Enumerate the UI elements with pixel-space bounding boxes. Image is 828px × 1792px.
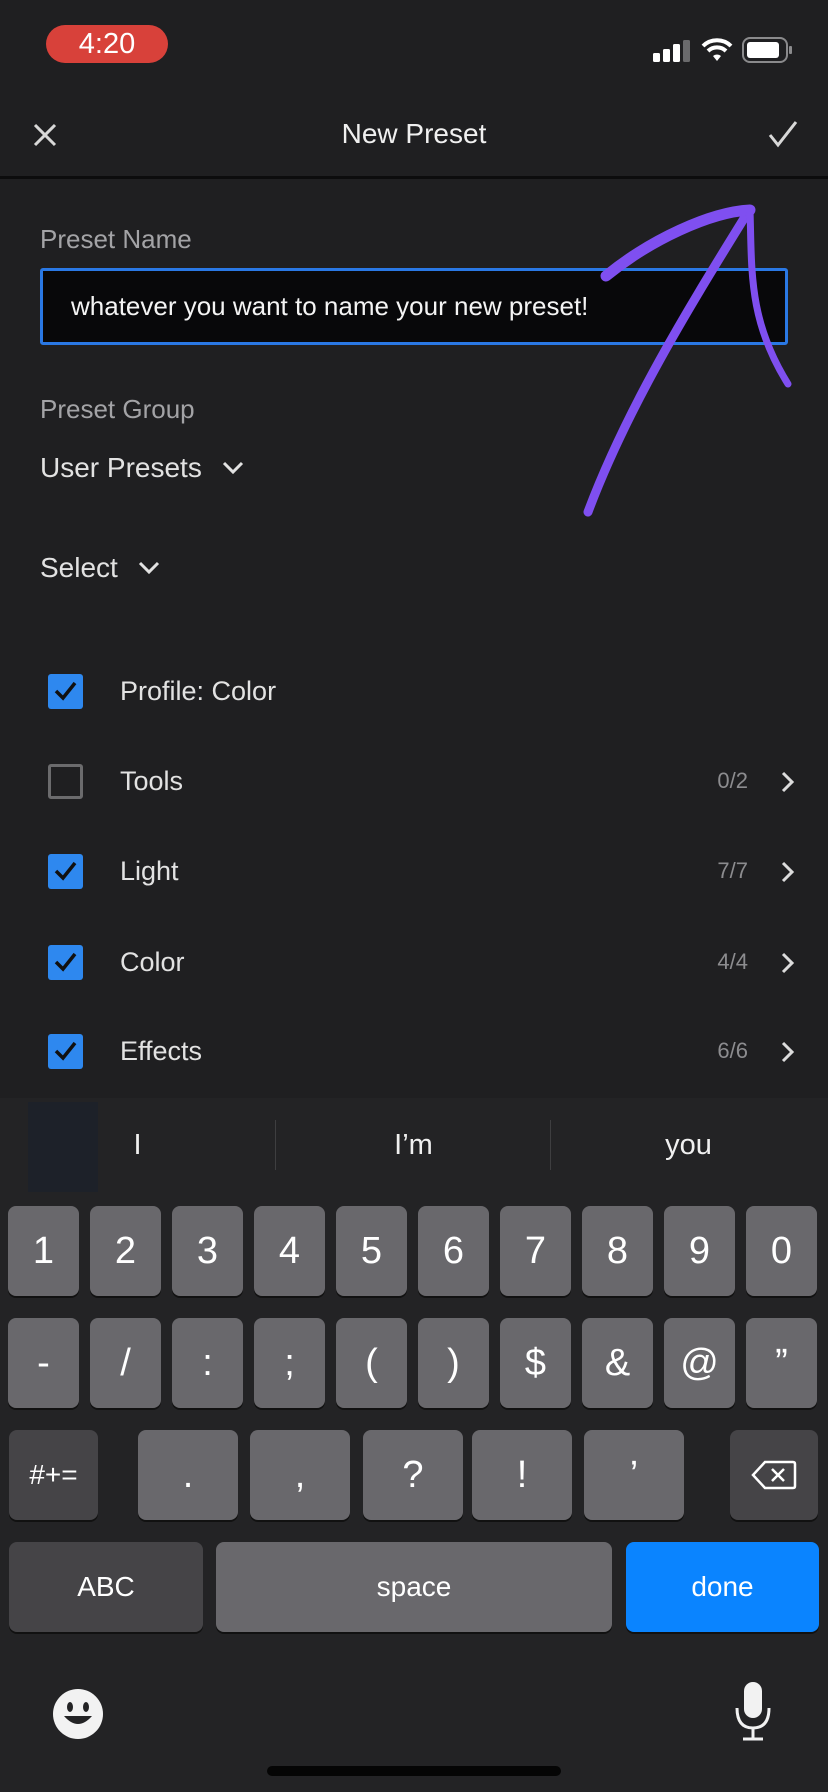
signal-icon — [653, 40, 690, 62]
setting-row-tools[interactable]: Tools 0/2 — [0, 752, 828, 812]
key-2[interactable]: 2 — [90, 1206, 161, 1296]
key-symbol[interactable]: ( — [336, 1318, 407, 1408]
key-symbol[interactable]: @ — [664, 1318, 735, 1408]
checkbox[interactable] — [48, 854, 83, 889]
preset-group-label: Preset Group — [40, 394, 195, 424]
key-0[interactable]: 0 — [746, 1206, 817, 1296]
select-dropdown[interactable]: Select — [40, 552, 160, 584]
abc-key[interactable]: ABC — [9, 1542, 203, 1632]
checkmark-icon[interactable] — [768, 120, 798, 148]
key-punctuation[interactable]: . — [138, 1430, 238, 1520]
suggestion-3[interactable]: you — [551, 1120, 826, 1170]
suggestion-1[interactable]: I — [0, 1120, 275, 1170]
delete-key[interactable] — [730, 1430, 818, 1520]
status-time: 4:20 — [78, 27, 136, 60]
key-symbol[interactable]: : — [172, 1318, 243, 1408]
key-punctuation[interactable]: , — [250, 1430, 350, 1520]
checkbox[interactable] — [48, 674, 83, 709]
key-5[interactable]: 5 — [336, 1206, 407, 1296]
key-symbol[interactable]: ” — [746, 1318, 817, 1408]
setting-row-color[interactable]: Color 4/4 — [0, 933, 828, 993]
key-1[interactable]: 1 — [8, 1206, 79, 1296]
checkmark-icon — [54, 1041, 77, 1061]
key-3[interactable]: 3 — [172, 1206, 243, 1296]
page-title: New Preset — [341, 118, 487, 149]
chevron-right-icon[interactable] — [780, 951, 796, 975]
checkbox[interactable] — [48, 945, 83, 980]
checkmark-icon — [54, 861, 77, 881]
key-symbol[interactable]: ; — [254, 1318, 325, 1408]
preset-group-value: User Presets — [40, 452, 202, 483]
preset-group-dropdown[interactable]: User Presets — [40, 452, 244, 484]
chevron-right-icon[interactable] — [780, 1040, 796, 1064]
key-9[interactable]: 9 — [664, 1206, 735, 1296]
key-symbol[interactable]: - — [8, 1318, 79, 1408]
checkmark-icon — [54, 952, 77, 972]
suggestion-2[interactable]: I’m — [276, 1120, 551, 1170]
select-label: Select — [40, 552, 118, 583]
setting-label: Profile: Color — [120, 676, 277, 706]
setting-row-effects[interactable]: Effects 6/6 — [0, 1022, 828, 1082]
chevron-down-icon — [138, 561, 159, 575]
key-symbol[interactable]: / — [90, 1318, 161, 1408]
preset-name-label: Preset Name — [40, 224, 192, 254]
key-punctuation[interactable]: ’ — [584, 1430, 684, 1520]
microphone-icon[interactable] — [733, 1680, 773, 1742]
setting-label: Light — [120, 856, 179, 886]
checkbox[interactable] — [48, 764, 83, 799]
key-punctuation[interactable]: ! — [472, 1430, 572, 1520]
setting-count: 7/7 — [717, 858, 748, 883]
key-4[interactable]: 4 — [254, 1206, 325, 1296]
done-key[interactable]: done — [626, 1542, 819, 1632]
key-more-symbols[interactable]: #+= — [9, 1430, 98, 1520]
backspace-icon — [751, 1460, 797, 1490]
chevron-down-icon — [222, 461, 243, 475]
preset-name-value: whatever you want to name your new prese… — [71, 291, 589, 321]
setting-label: Tools — [120, 766, 184, 796]
key-symbol[interactable]: & — [582, 1318, 653, 1408]
setting-row-profile-color[interactable]: Profile: Color — [0, 662, 828, 722]
preset-name-input[interactable]: whatever you want to name your new prese… — [40, 268, 788, 345]
key-symbol[interactable]: ) — [418, 1318, 489, 1408]
key-punctuation[interactable]: ? — [363, 1430, 463, 1520]
header-divider — [0, 176, 828, 179]
setting-label: Effects — [120, 1036, 203, 1066]
checkmark-icon — [54, 681, 77, 701]
key-symbol[interactable]: $ — [500, 1318, 571, 1408]
setting-count: 4/4 — [717, 949, 748, 974]
emoji-icon[interactable] — [52, 1688, 104, 1740]
time-pill: 4:20 — [46, 25, 168, 63]
checkbox[interactable] — [48, 1034, 83, 1069]
space-key[interactable]: space — [216, 1542, 612, 1632]
key-6[interactable]: 6 — [418, 1206, 489, 1296]
chevron-right-icon[interactable] — [780, 860, 796, 884]
setting-row-light[interactable]: Light 7/7 — [0, 842, 828, 902]
home-indicator[interactable] — [267, 1766, 561, 1776]
key-7[interactable]: 7 — [500, 1206, 571, 1296]
chevron-right-icon[interactable] — [780, 770, 796, 794]
key-8[interactable]: 8 — [582, 1206, 653, 1296]
setting-label: Color — [120, 947, 185, 977]
setting-count: 6/6 — [717, 1038, 748, 1063]
setting-count: 0/2 — [717, 768, 748, 793]
battery-icon — [742, 37, 792, 63]
wifi-icon — [701, 38, 733, 61]
